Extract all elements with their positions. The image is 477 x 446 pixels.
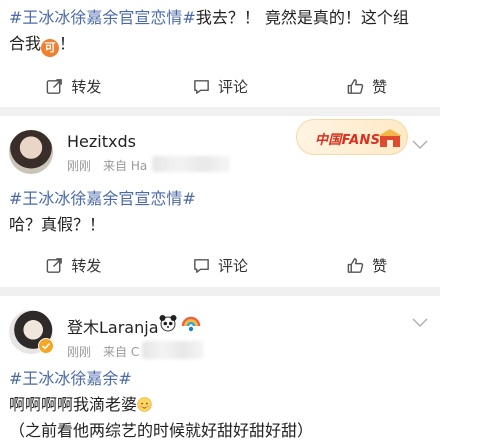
shy-smile-emoji-icon [137, 397, 152, 412]
fans-badge-label: 中国FANS [315, 133, 381, 148]
post-1-actions: 转发 评论 赞 [0, 64, 440, 108]
repost-icon [46, 78, 63, 94]
post-source: 来自 Ha [103, 159, 148, 173]
hashtag-link[interactable]: #王冰冰徐嘉余# [9, 369, 132, 388]
repost-label: 转发 [71, 77, 102, 96]
comment-icon [194, 258, 209, 273]
thumbs-up-icon [347, 257, 364, 273]
post-1-text: #王冰冰徐嘉余官宣恋情#我去？！ 竟然是真的！这个组 合我可！ [9, 5, 429, 57]
redacted-source [142, 341, 204, 359]
post-2-text: #王冰冰徐嘉余官宣恋情# 哈？真假？！ [9, 186, 429, 238]
panda-icon [159, 315, 177, 332]
repost-button[interactable]: 转发 [0, 64, 147, 108]
redacted-source [152, 156, 230, 172]
post-text-segment: 哈？真假？！ [9, 215, 106, 234]
chevron-down-icon[interactable] [412, 318, 428, 328]
comment-label: 评论 [218, 77, 249, 96]
hashtag-link[interactable]: #王冰冰徐嘉余官宣恋情# [9, 8, 196, 27]
post-time: 刚刚 [67, 159, 92, 173]
verified-badge-icon [38, 338, 54, 354]
right-gutter [440, 0, 477, 446]
post-separator [0, 287, 440, 296]
post-text-segment: （之前看他两综艺的时候就好甜好甜好甜） [9, 421, 314, 440]
comment-button[interactable]: 评论 [147, 64, 294, 108]
post-3-text: #王冰冰徐嘉余# 啊啊啊啊我滴老婆 （之前看他两综艺的时候就好甜好甜好甜） [9, 366, 434, 444]
post-text-segment: 合我 [9, 34, 42, 53]
comment-label: 评论 [218, 256, 249, 275]
comment-button[interactable]: 评论 [147, 243, 294, 287]
chevron-down-icon[interactable] [412, 140, 428, 150]
post-2-actions: 转发 评论 赞 [0, 243, 440, 287]
post-text-segment: 我去？！ 竟然是真的！这个组 [195, 8, 409, 27]
comment-icon [194, 79, 209, 94]
post-text-segment: 啊啊啊啊我滴老婆 [9, 395, 138, 414]
gate-icon [378, 129, 402, 147]
post-source: 来自 C [103, 345, 140, 359]
username[interactable]: 登木Laranja [67, 314, 159, 338]
avatar[interactable] [9, 130, 53, 174]
like-button[interactable]: 赞 [293, 64, 440, 108]
like-button[interactable]: 赞 [293, 243, 440, 287]
ke-emoji-icon: 可 [41, 39, 60, 57]
hashtag-link[interactable]: #王冰冰徐嘉余官宣恋情# [9, 189, 196, 208]
username[interactable]: Hezitxds [67, 132, 136, 151]
repost-label: 转发 [71, 256, 102, 275]
repost-icon [46, 257, 63, 273]
like-label: 赞 [372, 77, 388, 96]
rainbow-badge-icon [181, 316, 201, 332]
post-text-segment: ！ [59, 34, 76, 53]
repost-button[interactable]: 转发 [0, 243, 147, 287]
post-time: 刚刚 [67, 345, 92, 359]
feed: #王冰冰徐嘉余官宣恋情#我去？！ 竟然是真的！这个组 合我可！ 转发 评论 赞 … [0, 0, 440, 446]
post-separator [0, 107, 440, 116]
thumbs-up-icon [347, 78, 364, 94]
like-label: 赞 [372, 256, 388, 275]
fans-badge: 中国FANS [296, 119, 408, 155]
